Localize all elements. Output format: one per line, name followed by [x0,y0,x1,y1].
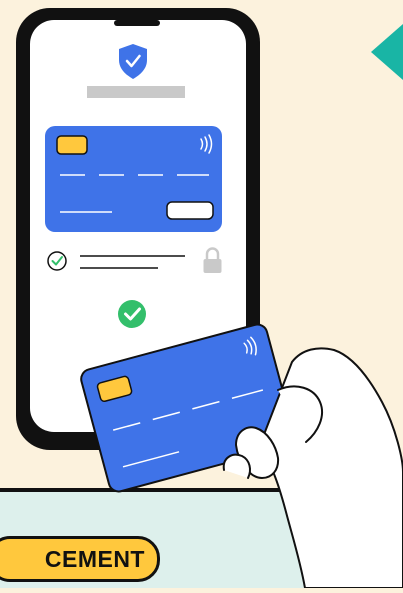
arrow-icon[interactable] [371,24,403,80]
success-check-icon [118,300,146,328]
card-chip [56,135,88,155]
badge-label: CEMENT [44,545,145,572]
payment-illustration [0,8,403,589]
phone-notch [114,20,160,26]
check-circle-icon[interactable] [47,251,67,271]
title-placeholder-bar [87,86,185,98]
placement-badge: CEMENT [0,536,160,582]
card-button [166,201,214,220]
illustration [0,0,403,589]
